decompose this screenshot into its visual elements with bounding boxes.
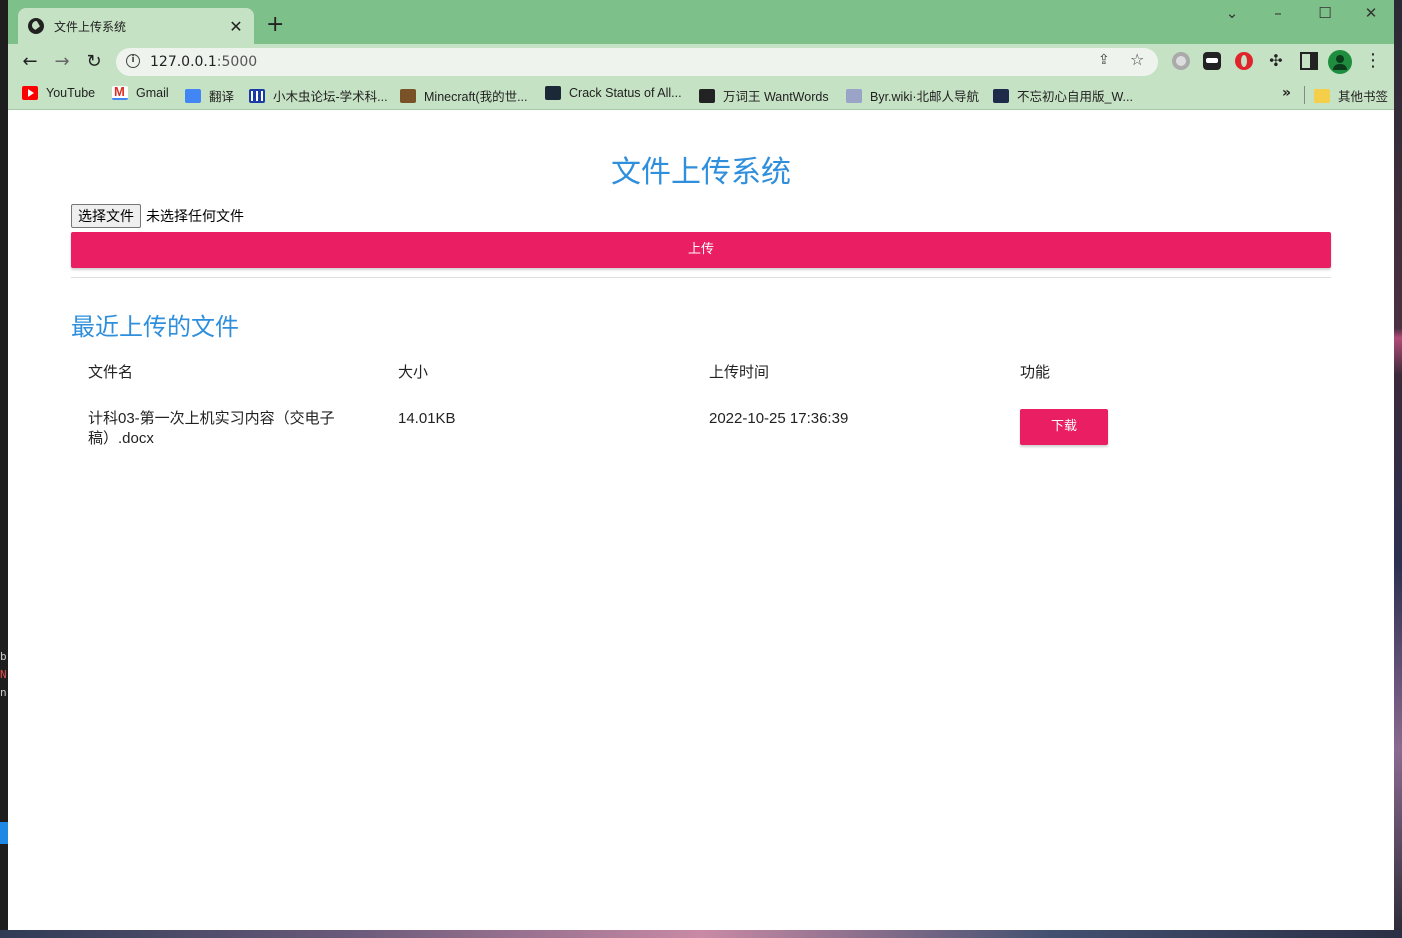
column-header-filename: 文件名 (88, 364, 134, 381)
bookmark-other-folder[interactable]: 其他书签 (1314, 86, 1388, 105)
bookmark-bw[interactable]: 不忘初心自用版_W... (993, 86, 1133, 105)
browser-toolbar: ← → ↻ i 127.0.0.1:5000 ⇪ ☆ ✣ ⋮ (8, 44, 1394, 80)
extension-opera-icon[interactable] (1235, 52, 1253, 70)
forum-icon (249, 88, 265, 103)
bookmark-steam[interactable]: Crack Status of All... (545, 86, 682, 100)
extensions-puzzle-icon[interactable]: ✣ (1267, 52, 1285, 70)
bookmark-forum[interactable]: 小木虫论坛-学术科... (249, 86, 388, 105)
folder-icon (1314, 88, 1330, 103)
address-bar[interactable]: i 127.0.0.1:5000 ⇪ ☆ (116, 48, 1158, 76)
file-status-text: 未选择任何文件 (146, 209, 244, 225)
bookmark-label: 不忘初心自用版_W... (1017, 90, 1133, 104)
bookmark-minecraft[interactable]: Minecraft(我的世... (400, 86, 528, 105)
site-info-icon[interactable]: i (126, 54, 140, 68)
bookmarks-bar: YouTube Gmail 翻译 小木虫论坛-学术科... Minecraft(… (8, 80, 1394, 110)
extension-mask-icon[interactable] (1203, 52, 1221, 70)
column-header-time: 上传时间 (709, 364, 770, 381)
bookmark-label: Byr.wiki·北邮人导航 (870, 90, 980, 104)
desktop-wallpaper-edge (1394, 0, 1402, 938)
browser-window: 文件上传系统 ✕ + ⌄ – ☐ ✕ ← → ↻ i 127.0.0.1:500… (8, 0, 1394, 930)
tab-active[interactable]: 文件上传系统 ✕ (18, 8, 254, 44)
bw-icon (993, 88, 1009, 103)
download-button[interactable]: 下载 (1020, 409, 1108, 445)
back-arrow-icon[interactable]: ← (18, 50, 42, 74)
title-bar: 文件上传系统 ✕ + ⌄ – ☐ ✕ (8, 0, 1394, 44)
bookmark-label: Minecraft(我的世... (424, 90, 528, 104)
divider (71, 277, 1331, 278)
url-host: 127.0.0.1 (150, 54, 217, 70)
terminal-glyph: n (0, 686, 7, 699)
bookmark-translate[interactable]: 翻译 (185, 86, 234, 105)
byr-icon (846, 88, 862, 103)
tab-title: 文件上传系统 (54, 19, 127, 34)
bookmark-star-icon[interactable]: ☆ (1130, 50, 1144, 69)
filename-line: 稿）.docx (88, 430, 154, 447)
bookmark-label: Crack Status of All... (569, 86, 682, 100)
page-content: 文件上传系统 选择文件 未选择任何文件 上传 最近上传的文件 文件名 大小 上传… (8, 111, 1394, 930)
translate-icon (185, 88, 201, 103)
url-port: :5000 (216, 54, 258, 70)
file-input[interactable]: 选择文件 未选择任何文件 (71, 204, 244, 228)
upload-button[interactable]: 上传 (71, 232, 1331, 268)
cell-size: 14.01KB (398, 410, 456, 427)
url-text[interactable]: 127.0.0.1:5000 (150, 54, 257, 70)
wantwords-icon (699, 88, 715, 103)
column-header-size: 大小 (398, 364, 429, 381)
reload-icon[interactable]: ↻ (82, 50, 106, 74)
minimize-icon[interactable]: – (1266, 4, 1290, 22)
terminal-glyph: b (0, 650, 7, 663)
desktop-left-edge: b N n (0, 0, 8, 938)
tab-close-icon[interactable]: ✕ (228, 17, 244, 36)
bookmark-label: 其他书签 (1338, 90, 1389, 104)
extension-circle-icon[interactable] (1172, 52, 1190, 70)
steam-icon (545, 86, 561, 100)
bookmark-label: 小木虫论坛-学术科... (273, 90, 388, 104)
bookmarks-overflow-icon[interactable]: » (1282, 85, 1291, 101)
close-window-icon[interactable]: ✕ (1359, 4, 1383, 22)
bookmark-byr[interactable]: Byr.wiki·北邮人导航 (846, 86, 979, 105)
new-tab-icon[interactable]: + (266, 12, 284, 37)
page-title: 文件上传系统 (611, 155, 791, 190)
bookmark-label: Gmail (136, 86, 169, 100)
desktop-wallpaper-bottom (0, 930, 1402, 938)
choose-file-button[interactable]: 选择文件 (71, 204, 141, 228)
terminal-highlight (0, 822, 8, 844)
side-panel-icon[interactable] (1300, 52, 1318, 70)
menu-kebab-icon[interactable]: ⋮ (1364, 50, 1382, 71)
tab-search-chevron-icon[interactable]: ⌄ (1220, 4, 1244, 22)
gmail-icon (112, 84, 128, 100)
bookmark-youtube[interactable]: YouTube (22, 86, 95, 100)
cell-time: 2022-10-25 17:36:39 (709, 410, 849, 427)
bookmarks-separator (1304, 86, 1305, 104)
column-header-action: 功能 (1020, 364, 1051, 381)
terminal-glyph: N (0, 668, 7, 681)
cell-filename: 计科03-第一次上机实习内容（交电子 稿）.docx (88, 409, 368, 449)
recent-files-title: 最近上传的文件 (71, 313, 239, 341)
filename-line: 计科03-第一次上机实习内容（交电子 (88, 410, 335, 427)
profile-avatar-icon[interactable] (1328, 50, 1352, 74)
globe-icon (28, 18, 44, 34)
bookmark-label: 万词王 WantWords (723, 90, 829, 104)
bookmark-gmail[interactable]: Gmail (112, 84, 169, 100)
share-icon[interactable]: ⇪ (1098, 52, 1110, 68)
forward-arrow-icon[interactable]: → (50, 50, 74, 74)
bookmark-wantwords[interactable]: 万词王 WantWords (699, 86, 829, 105)
minecraft-icon (400, 88, 416, 103)
youtube-icon (22, 86, 38, 100)
bookmark-label: 翻译 (209, 90, 235, 104)
maximize-icon[interactable]: ☐ (1313, 4, 1337, 22)
bookmark-label: YouTube (46, 86, 96, 100)
